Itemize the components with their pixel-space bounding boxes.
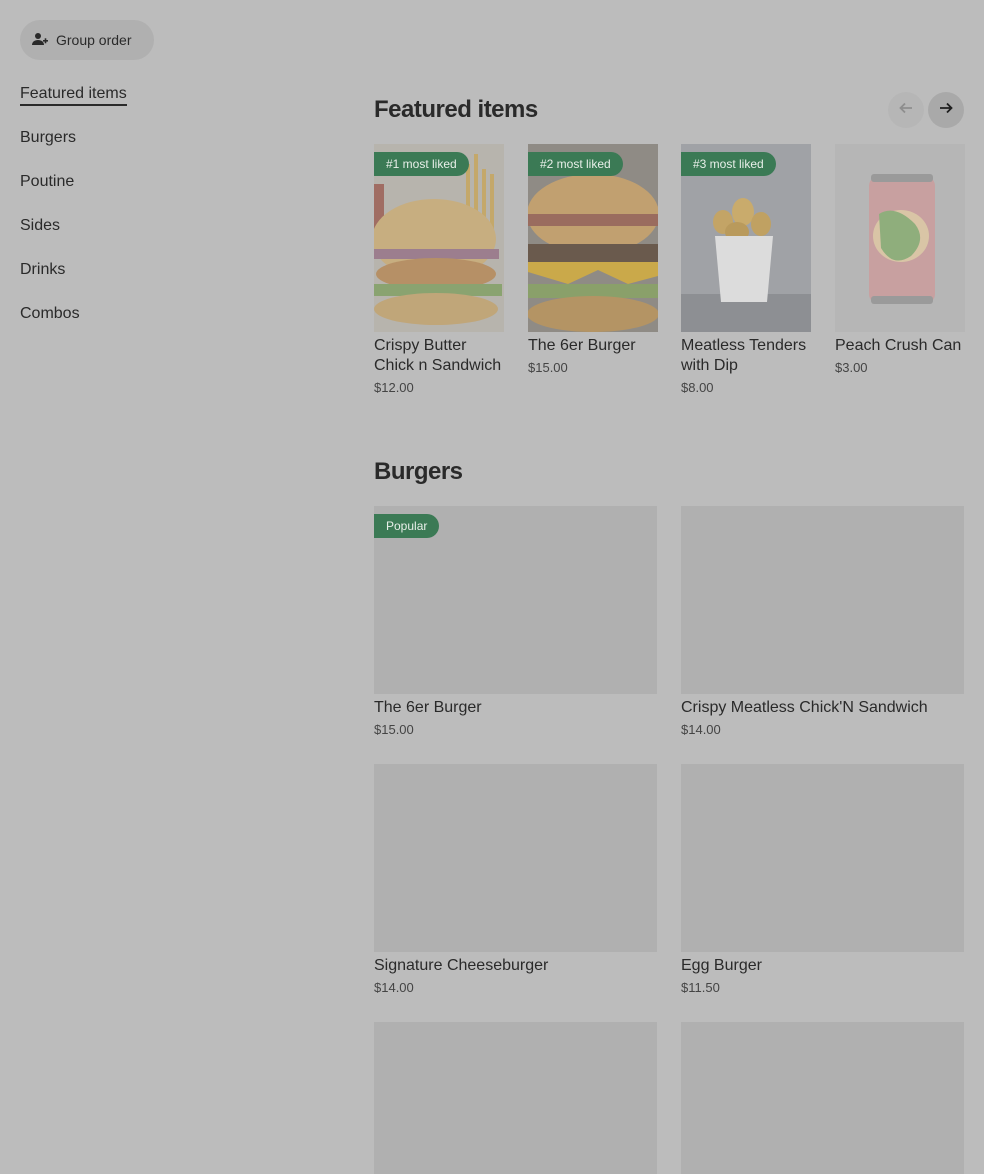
nav-item-burgers[interactable]: Burgers [20, 128, 220, 172]
featured-item-card[interactable]: #2 most liked The 6er Burger $15.00 [528, 144, 658, 375]
featured-items-title: Featured items [374, 96, 538, 123]
item-image-placeholder [681, 1022, 964, 1174]
item-image [835, 144, 965, 332]
most-liked-badge: #2 most liked [528, 152, 623, 176]
group-order-button[interactable]: Group order [20, 20, 154, 60]
carousel-next-button[interactable] [928, 92, 964, 128]
most-liked-badge: #3 most liked [681, 152, 776, 176]
item-name: Crispy Meatless Chick'N Sandwich [681, 699, 928, 716]
item-image: #3 most liked [681, 144, 811, 332]
item-name: Egg Burger [681, 957, 762, 974]
item-image-placeholder [374, 764, 657, 952]
item-price: $15.00 [374, 722, 414, 737]
menu-item-card[interactable]: Crispy Meatless Chick'N Sandwich $14.00 [681, 506, 964, 737]
menu-item-card[interactable]: Popular The 6er Burger $15.00 [374, 506, 657, 737]
featured-item-card[interactable]: Peach Crush Can $3.00 [835, 144, 965, 375]
menu-item-card[interactable]: Signature Cheeseburger $14.00 [374, 764, 657, 995]
nav-item-featured-items[interactable]: Featured items [20, 84, 220, 128]
item-name: The 6er Burger [528, 337, 636, 354]
item-image-placeholder [681, 506, 964, 694]
nav-item-sides[interactable]: Sides [20, 216, 220, 260]
featured-item-card[interactable]: #1 most liked Crispy Butter Chick n Sand… [374, 144, 504, 395]
arrow-left-icon [898, 100, 914, 121]
burgers-title: Burgers [374, 458, 463, 485]
nav-item-combos[interactable]: Combos [20, 304, 220, 348]
item-image: #2 most liked [528, 144, 658, 332]
item-image-placeholder [374, 1022, 657, 1174]
featured-item-card[interactable]: #3 most liked Meatless Tenders with Dip … [681, 144, 811, 395]
item-name: Peach Crush Can [835, 337, 962, 354]
nav-item-drinks[interactable]: Drinks [20, 260, 220, 304]
item-price: $11.50 [681, 980, 720, 995]
item-name: Crispy Butter Chick n Sandwich [374, 337, 502, 374]
item-name: Meatless Tenders with Dip [681, 337, 807, 374]
item-price: $15.00 [528, 360, 568, 375]
add-person-icon [32, 31, 48, 50]
soda-can-image [835, 144, 965, 332]
most-liked-badge: #1 most liked [374, 152, 469, 176]
item-price: $3.00 [835, 360, 868, 375]
store-menu-page: Group order Featured items Burgers Pouti… [0, 0, 984, 1174]
item-price: $14.00 [374, 980, 414, 995]
item-image-placeholder [681, 764, 964, 952]
menu-item-card[interactable] [681, 1022, 964, 1174]
item-name: Signature Cheeseburger [374, 957, 549, 974]
nav-item-poutine[interactable]: Poutine [20, 172, 220, 216]
arrow-right-icon [938, 100, 954, 121]
item-price: $12.00 [374, 380, 414, 395]
menu-item-card[interactable] [374, 1022, 657, 1174]
carousel-prev-button[interactable] [888, 92, 924, 128]
menu-item-card[interactable]: Egg Burger $11.50 [681, 764, 964, 995]
group-order-label: Group order [56, 32, 132, 48]
item-image-placeholder: Popular [374, 506, 657, 694]
item-price: $14.00 [681, 722, 721, 737]
item-price: $8.00 [681, 380, 714, 395]
item-image: #1 most liked [374, 144, 504, 332]
popular-badge: Popular [374, 514, 440, 538]
category-nav: Featured items Burgers Poutine Sides Dri… [20, 84, 220, 348]
item-name: The 6er Burger [374, 699, 482, 716]
